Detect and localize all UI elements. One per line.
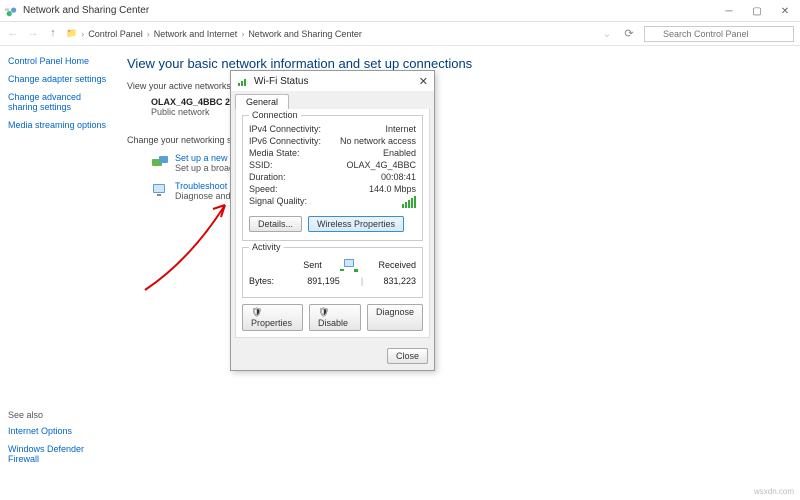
- breadcrumb-cat[interactable]: Network and Internet: [154, 29, 238, 39]
- properties-button[interactable]: 🛡Properties: [242, 304, 303, 331]
- ipv4-label: IPv4 Connectivity:: [249, 124, 321, 134]
- sidebar-item-media[interactable]: Media streaming options: [8, 120, 107, 130]
- disable-button[interactable]: 🛡Disable: [309, 304, 361, 331]
- ipv4-value: Internet: [385, 124, 416, 134]
- dialog-titlebar: Wi-Fi Status ✕: [231, 71, 434, 91]
- connection-group: Connection IPv4 Connectivity:Internet IP…: [242, 115, 423, 241]
- activity-group: Activity Sent Received Bytes: 891,195 | …: [242, 247, 423, 298]
- window-titlebar: Network and Sharing Center ─ ▢ ✕: [0, 0, 800, 22]
- search-wrap: 🔍: [644, 26, 794, 42]
- up-button[interactable]: ↑: [46, 27, 60, 41]
- forward-button[interactable]: →: [26, 27, 40, 41]
- toolbar: ← → ↑ 📁 › Control Panel › Network and In…: [0, 22, 800, 46]
- dialog-footer: Close: [231, 342, 434, 370]
- close-dialog-button[interactable]: Close: [387, 348, 428, 364]
- sidebar-see-internet[interactable]: Internet Options: [8, 426, 107, 436]
- activity-icon: [340, 257, 362, 273]
- see-also-heading: See also: [8, 410, 107, 420]
- received-label: Received: [366, 260, 416, 270]
- speed-label: Speed:: [249, 184, 278, 194]
- content: View your basic network information and …: [115, 46, 800, 500]
- dialog-tabbar: General: [231, 91, 434, 109]
- bytes-received: 831,223: [366, 276, 416, 286]
- connection-legend: Connection: [249, 110, 301, 120]
- setup-icon: [151, 153, 169, 171]
- dialog-close-button[interactable]: ✕: [419, 75, 428, 88]
- ssid-value: OLAX_4G_4BBC: [346, 160, 416, 170]
- signal-label: Signal Quality:: [249, 196, 307, 210]
- active-networks-heading: View your active networks: [127, 81, 788, 91]
- change-settings-heading: Change your networking settings: [127, 135, 788, 145]
- window-title: Network and Sharing Center: [23, 5, 724, 16]
- media-label: Media State:: [249, 148, 300, 158]
- speed-value: 144.0 Mbps: [369, 184, 416, 194]
- app-icon: [4, 4, 18, 18]
- wifi-status-dialog: Wi-Fi Status ✕ General Connection IPv4 C…: [230, 70, 435, 371]
- minimize-button[interactable]: ─: [724, 6, 734, 16]
- dialog-action-row: 🛡Properties 🛡Disable Diagnose: [242, 304, 423, 331]
- breadcrumb-root[interactable]: Control Panel: [88, 29, 143, 39]
- tab-general[interactable]: General: [235, 94, 289, 109]
- window-buttons: ─ ▢ ✕: [724, 6, 796, 16]
- refresh-button[interactable]: ⟳: [622, 27, 636, 41]
- dropdown-icon[interactable]: ⌄: [600, 27, 614, 41]
- sidebar-item-sharing[interactable]: Change advanced sharing settings: [8, 92, 107, 112]
- activity-legend: Activity: [249, 242, 284, 252]
- back-button[interactable]: ←: [6, 27, 20, 41]
- breadcrumb: 📁 › Control Panel › Network and Internet…: [66, 28, 362, 39]
- ipv6-label: IPv6 Connectivity:: [249, 136, 321, 146]
- duration-label: Duration:: [249, 172, 286, 182]
- ipv6-value: No network access: [340, 136, 416, 146]
- bytes-sent: 891,195: [289, 276, 358, 286]
- bytes-label: Bytes:: [249, 276, 289, 286]
- sidebar-see-firewall[interactable]: Windows Defender Firewall: [8, 444, 107, 464]
- dialog-title: Wi-Fi Status: [254, 76, 419, 87]
- signal-bars: [401, 196, 416, 210]
- search-input[interactable]: [644, 26, 794, 42]
- media-value: Enabled: [383, 148, 416, 158]
- duration-value: 00:08:41: [381, 172, 416, 182]
- page-heading: View your basic network information and …: [127, 56, 788, 71]
- details-button[interactable]: Details...: [249, 216, 302, 232]
- close-button[interactable]: ✕: [780, 6, 790, 16]
- wireless-properties-button[interactable]: Wireless Properties: [308, 216, 404, 232]
- ssid-label: SSID:: [249, 160, 273, 170]
- sidebar-home[interactable]: Control Panel Home: [8, 56, 107, 66]
- breadcrumb-page[interactable]: Network and Sharing Center: [248, 29, 362, 39]
- diagnose-button[interactable]: Diagnose: [367, 304, 423, 331]
- dialog-body: Connection IPv4 Connectivity: Internet IP…: [235, 109, 430, 338]
- maximize-button[interactable]: ▢: [752, 6, 762, 16]
- breadcrumb-icon: 📁: [66, 28, 77, 39]
- sent-label: Sent: [289, 260, 336, 270]
- wifi-icon: [237, 75, 249, 87]
- sidebar-item-adapter[interactable]: Change adapter settings: [8, 74, 107, 84]
- troubleshoot-icon: [151, 181, 169, 199]
- sidebar: Control Panel Home Change adapter settin…: [0, 46, 115, 500]
- watermark: wsxdn.com: [754, 487, 794, 496]
